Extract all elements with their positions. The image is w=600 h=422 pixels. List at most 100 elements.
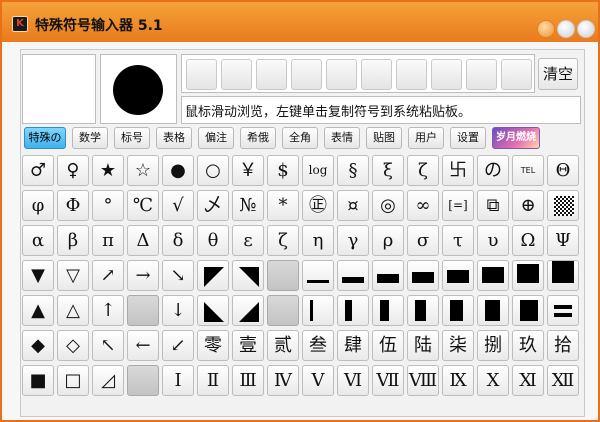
symbol-cell[interactable]	[232, 260, 264, 291]
tab-2[interactable]: 标号	[114, 127, 150, 149]
recent-symbol-slot[interactable]	[396, 59, 427, 90]
recent-symbol-slot[interactable]	[221, 59, 252, 90]
symbol-cell[interactable]: ○	[197, 155, 229, 186]
symbol-cell[interactable]: ∞	[407, 190, 439, 221]
symbol-cell[interactable]: Ⅷ	[407, 365, 439, 396]
symbol-cell[interactable]: η	[302, 225, 334, 256]
symbol-cell[interactable]: 卐	[442, 155, 474, 186]
tab-4[interactable]: 偏注	[198, 127, 234, 149]
symbol-cell[interactable]: 乄	[197, 190, 229, 221]
symbol-cell[interactable]: Θ	[547, 155, 579, 186]
tab-10[interactable]: 设置	[450, 127, 486, 149]
symbol-cell[interactable]: ▽	[57, 260, 89, 291]
symbol-cell[interactable]: Ⅹ	[477, 365, 509, 396]
tab-7[interactable]: 表情	[324, 127, 360, 149]
symbol-cell[interactable]: β	[57, 225, 89, 256]
symbol-cell[interactable]: ◿	[92, 365, 124, 396]
symbol-cell[interactable]: γ	[337, 225, 369, 256]
symbol-cell[interactable]: Ω	[512, 225, 544, 256]
symbol-cell[interactable]	[442, 260, 474, 291]
symbol-cell[interactable]: Ⅳ	[267, 365, 299, 396]
symbol-cell[interactable]: ζ	[267, 225, 299, 256]
recent-symbol-slot[interactable]	[326, 59, 357, 90]
symbol-cell[interactable]: θ	[197, 225, 229, 256]
symbol-cell[interactable]: 玖	[512, 330, 544, 361]
symbol-cell[interactable]	[302, 295, 334, 326]
symbol-cell[interactable]: ★	[92, 155, 124, 186]
symbol-cell[interactable]: Δ	[127, 225, 159, 256]
tab-8[interactable]: 贴图	[366, 127, 402, 149]
symbol-cell[interactable]: ρ	[372, 225, 404, 256]
symbol-cell[interactable]: π	[92, 225, 124, 256]
recent-symbol-slot[interactable]	[361, 59, 392, 90]
symbol-cell[interactable]	[512, 260, 544, 291]
symbol-cell[interactable]: ▼	[22, 260, 54, 291]
symbol-cell[interactable]: ●	[162, 155, 194, 186]
symbol-cell[interactable]: Ⅺ	[512, 365, 544, 396]
symbol-cell[interactable]: [=]	[442, 190, 474, 221]
symbol-cell[interactable]: ζ	[407, 155, 439, 186]
symbol-cell[interactable]: ■	[22, 365, 54, 396]
recent-symbol-slot[interactable]	[256, 59, 287, 90]
symbol-cell[interactable]: $	[267, 155, 299, 186]
symbol-cell[interactable]: Ⅵ	[337, 365, 369, 396]
symbol-cell[interactable]: ↙	[162, 330, 194, 361]
symbol-cell[interactable]: 零	[197, 330, 229, 361]
symbol-cell[interactable]: Ⅰ	[162, 365, 194, 396]
tab-3[interactable]: 表格	[156, 127, 192, 149]
symbol-cell[interactable]: 壹	[232, 330, 264, 361]
symbol-cell[interactable]	[372, 295, 404, 326]
symbol-cell[interactable]	[477, 295, 509, 326]
symbol-cell[interactable]: ¤	[337, 190, 369, 221]
symbol-cell[interactable]	[512, 295, 544, 326]
symbol-cell[interactable]: ↖	[92, 330, 124, 361]
symbol-cell[interactable]: ㊣	[302, 190, 334, 221]
symbol-cell[interactable]	[267, 260, 299, 291]
symbol-cell[interactable]: ↘	[162, 260, 194, 291]
symbol-cell[interactable]: Ⅱ	[197, 365, 229, 396]
symbol-cell[interactable]: ←	[127, 330, 159, 361]
symbol-cell[interactable]: ◆	[22, 330, 54, 361]
symbol-cell[interactable]: Ⅴ	[302, 365, 334, 396]
symbol-cell[interactable]: 叁	[302, 330, 334, 361]
symbol-cell[interactable]	[197, 295, 229, 326]
tab-0[interactable]: 特殊の	[24, 127, 66, 149]
symbol-cell[interactable]: ◎	[372, 190, 404, 221]
symbol-cell[interactable]: 陆	[407, 330, 439, 361]
symbol-cell[interactable]: 捌	[477, 330, 509, 361]
symbol-cell[interactable]: ↓	[162, 295, 194, 326]
symbol-cell[interactable]	[337, 295, 369, 326]
symbol-cell[interactable]: ⊕	[512, 190, 544, 221]
symbol-cell[interactable]: Ⅻ	[547, 365, 579, 396]
symbol-cell[interactable]: Φ	[57, 190, 89, 221]
symbol-cell[interactable]: α	[22, 225, 54, 256]
symbol-cell[interactable]: 伍	[372, 330, 404, 361]
symbol-cell[interactable]	[547, 190, 579, 221]
tab-11[interactable]: 岁月燃烧	[492, 127, 540, 149]
recent-symbol-slot[interactable]	[501, 59, 532, 90]
recent-symbol-slot[interactable]	[186, 59, 217, 90]
symbol-cell[interactable]: ▲	[22, 295, 54, 326]
symbol-cell[interactable]: °	[92, 190, 124, 221]
symbol-cell[interactable]: log	[302, 155, 334, 186]
recent-symbol-slot[interactable]	[291, 59, 322, 90]
symbol-cell[interactable]: ☆	[127, 155, 159, 186]
symbol-cell[interactable]: ξ	[372, 155, 404, 186]
symbol-cell[interactable]: 拾	[547, 330, 579, 361]
symbol-cell[interactable]: №	[232, 190, 264, 221]
symbol-cell[interactable]: ↑	[92, 295, 124, 326]
symbol-cell[interactable]	[267, 295, 299, 326]
symbol-cell[interactable]: ◇	[57, 330, 89, 361]
symbol-cell[interactable]: *	[267, 190, 299, 221]
symbol-cell[interactable]: 柒	[442, 330, 474, 361]
recent-symbol-slot[interactable]	[431, 59, 462, 90]
symbol-cell[interactable]: の	[477, 155, 509, 186]
symbol-cell[interactable]: φ	[22, 190, 54, 221]
symbol-cell[interactable]	[407, 260, 439, 291]
maximize-icon[interactable]	[557, 20, 575, 38]
title-bar[interactable]: K 特殊符号输入器 5.1	[2, 2, 598, 42]
symbol-cell[interactable]: 肆	[337, 330, 369, 361]
symbol-cell[interactable]	[407, 295, 439, 326]
tab-1[interactable]: 数学	[72, 127, 108, 149]
symbol-cell[interactable]	[197, 260, 229, 291]
